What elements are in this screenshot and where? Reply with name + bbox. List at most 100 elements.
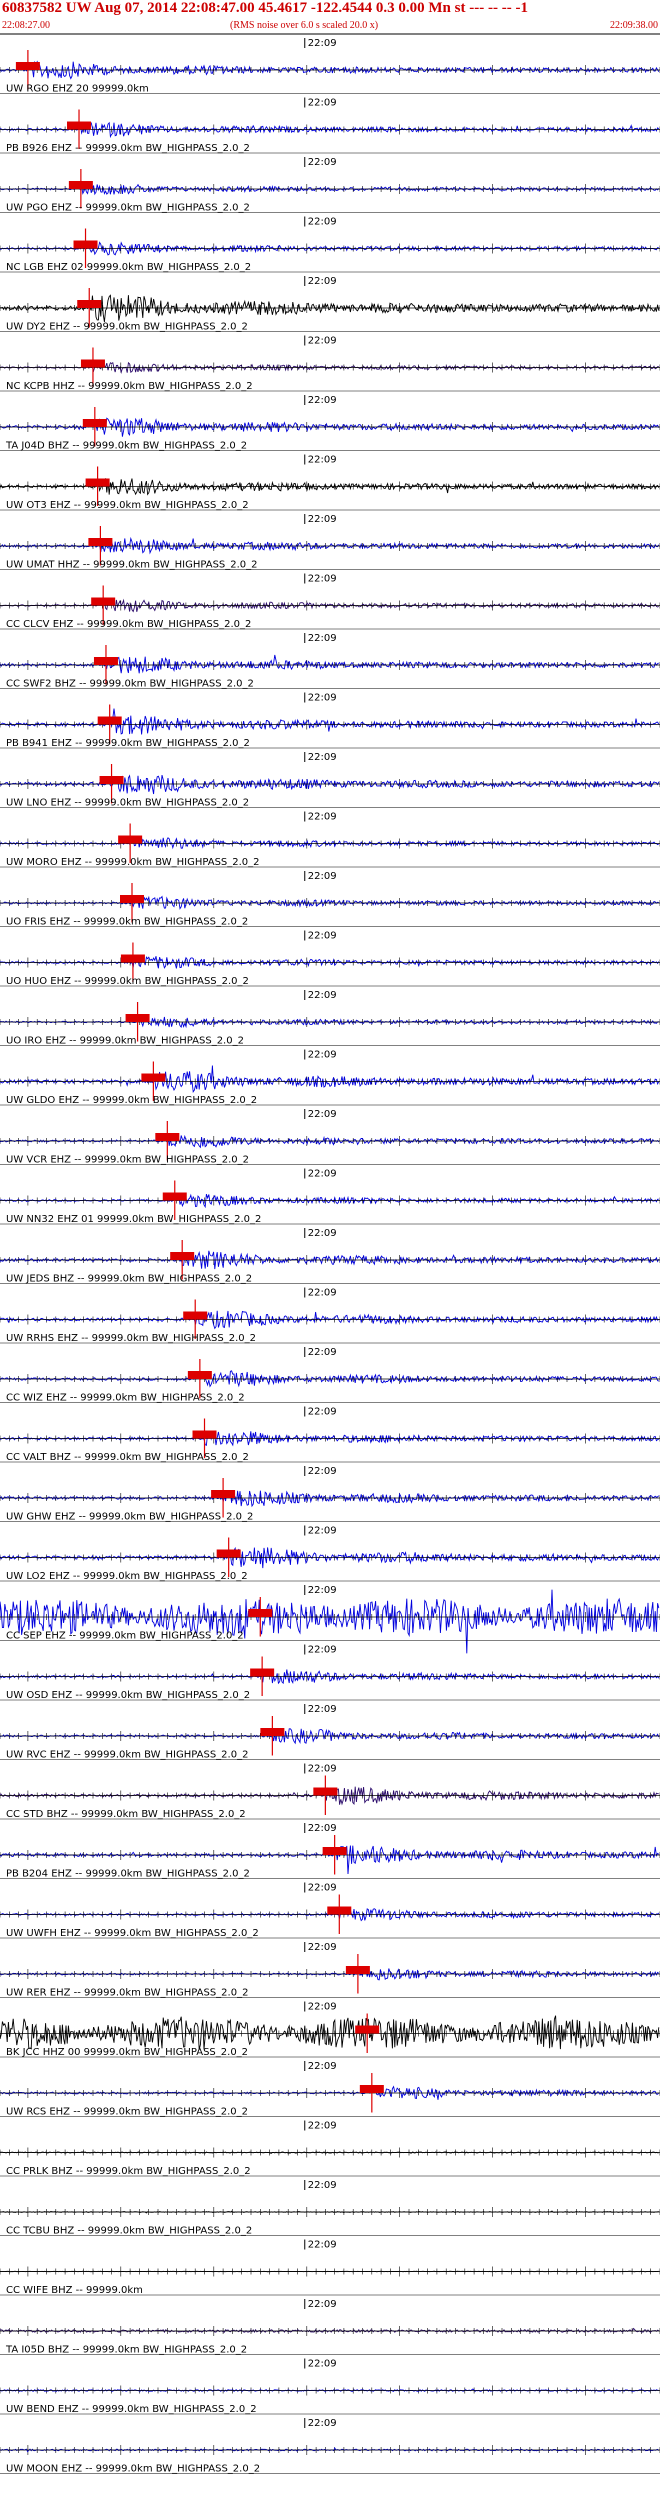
trace-row: 22:09 UW LNO EHZ -- 99999.0km BW_HIGHPASS…: [0, 752, 660, 809]
station-label: UW RRHS EHZ -- 99999.0km BW_HIGHPASS_2.0…: [6, 1333, 256, 1344]
trace-row: 22:09 UW PGO EHZ -- 99999.0km BW_HIGHPASS…: [0, 157, 660, 214]
pick-flag: [170, 1252, 195, 1260]
minute-tick-label: 22:09: [308, 1169, 337, 1180]
minute-tick-label: 22:09: [308, 633, 337, 644]
station-label: UO HUO EHZ -- 99999.0km BW_HIGHPASS_2.0_…: [6, 976, 249, 987]
pick-flag: [162, 1192, 187, 1201]
station-label: UW MOON EHZ -- 99999.0km BW_HIGHPASS_2.0…: [6, 2464, 260, 2475]
station-label: UW RCS EHZ -- 99999.0km BW_HIGHPASS_2.0_…: [6, 2107, 248, 2118]
minute-tick-label: 22:09: [308, 2061, 337, 2072]
minute-tick-label: 22:09: [308, 1645, 337, 1656]
station-label: UW BEND EHZ -- 99999.0km BW_HIGHPASS_2.0…: [6, 2404, 257, 2415]
seismogram-plot: 22:09 UW RGO EHZ 20 99999.0km 22:09 PB B926…: [0, 33, 660, 2475]
station-label: UW UWFH EHZ -- 99999.0km BW_HIGHPASS_2.0…: [6, 1928, 259, 1939]
minute-tick-label: 22:09: [308, 752, 337, 763]
trace-row: 22:09 UW OT3 EHZ -- 99999.0km BW_HIGHPASS…: [0, 454, 660, 511]
trace-row: 22:09 NC KCPB HHZ -- 99999.0km BW_HIGHPAS…: [0, 335, 660, 392]
station-label: UW GHW EHZ -- 99999.0km BW_HIGHPASS_2.0_…: [6, 1512, 253, 1523]
minute-tick-label: 22:09: [308, 871, 337, 882]
pick-flag: [250, 1668, 275, 1677]
station-label: UO IRO EHZ -- 99999.0km BW_HIGHPASS_2.0_…: [6, 1036, 244, 1047]
pick-flag: [99, 776, 124, 784]
minute-tick-label: 22:09: [308, 455, 337, 466]
minute-tick-label: 22:09: [308, 1347, 337, 1358]
pick-flag: [345, 1966, 370, 1974]
minute-tick-label: 22:09: [308, 1823, 337, 1834]
minute-tick-label: 22:09: [308, 693, 337, 704]
minute-tick-label: 22:09: [308, 217, 337, 228]
trace-row: 22:09 TA J04D BHZ -- 99999.0km BW_HIGHPAS…: [0, 395, 660, 452]
trace-row: 22:09 UO FRIS EHZ -- 99999.0km BW_HIGHPAS…: [0, 871, 660, 928]
station-label: UW OT3 EHZ -- 99999.0km BW_HIGHPASS_2.0_…: [6, 500, 249, 511]
trace-row: 22:09 UW LO2 EHZ -- 99999.0km BW_HIGHPASS…: [0, 1525, 660, 1582]
minute-tick-label: 22:09: [308, 812, 337, 823]
waveform-line: [0, 2327, 659, 2334]
trace-row: 22:09 CC CLCV EHZ -- 99999.0km BW_HIGHPAS…: [0, 573, 660, 630]
minute-tick-label: 22:09: [308, 2121, 337, 2132]
station-label: UW RGO EHZ 20 99999.0km: [6, 84, 149, 95]
minute-tick-label: 22:09: [308, 38, 337, 49]
trace-row: 22:09 CC SWF2 BHZ -- 99999.0km BW_HIGHPAS…: [0, 633, 660, 690]
station-label: UW UMAT HHZ -- 99999.0km BW_HIGHPASS_2.0…: [6, 560, 258, 571]
minute-tick-label: 22:09: [308, 990, 337, 1001]
trace-row: 22:09 CC TCBU BHZ -- 99999.0km BW_HIGHPAS…: [0, 2180, 660, 2237]
minute-tick-label: 22:09: [308, 2240, 337, 2251]
station-label: NC LGB EHZ 02 99999.0km BW_HIGHPASS_2.0_…: [6, 262, 251, 273]
minute-tick-label: 22:09: [308, 574, 337, 585]
trace-row: 22:09 CC SEP EHZ -- 99999.0km BW_HIGHPASS…: [0, 1585, 660, 1654]
trace-row: 22:09 UW VCR EHZ -- 99999.0km BW_HIGHPASS…: [0, 1109, 660, 1166]
pick-flag: [187, 1371, 212, 1379]
trace-row: 22:09 PB B926 EHZ -- 99999.0km BW_HIGHPAS…: [0, 97, 660, 154]
minute-tick-label: 22:09: [308, 157, 337, 168]
station-label: CC SWF2 BHZ -- 99999.0km BW_HIGHPASS_2.0…: [6, 679, 254, 690]
trace-row: 22:09 UW OSD EHZ -- 99999.0km BW_HIGHPASS…: [0, 1644, 660, 1701]
station-label: CC CLCV EHZ -- 99999.0km BW_HIGHPASS_2.0…: [6, 619, 251, 630]
station-label: BK JCC HHZ 00 99999.0km BW_HIGHPASS_2.0_…: [6, 2047, 248, 2058]
pick-flag: [68, 181, 93, 189]
station-label: PB B204 EHZ -- 99999.0km BW_HIGHPASS_2.0…: [6, 1869, 250, 1880]
trace-row: 22:09 UW UMAT HHZ -- 99999.0km BW_HIGHPAS…: [0, 514, 660, 571]
minute-tick-label: 22:09: [308, 1407, 337, 1418]
station-label: UW RVC EHZ -- 99999.0km BW_HIGHPASS_2.0_…: [6, 1750, 248, 1761]
station-label: CC SEP EHZ -- 99999.0km BW_HIGHPASS_2.0_…: [6, 1631, 244, 1642]
trace-row: 22:09 PB B204 EHZ -- 99999.0km BW_HIGHPAS…: [0, 1823, 660, 1880]
pick-flag: [192, 1430, 217, 1439]
pick-flag: [211, 1490, 236, 1498]
trace-row: 22:09 UO HUO EHZ -- 99999.0km BW_HIGHPASS…: [0, 930, 660, 987]
trace-row: 22:09 UW RVC EHZ -- 99999.0km BW_HIGHPASS…: [0, 1704, 660, 1761]
minute-tick-label: 22:09: [308, 1109, 337, 1120]
station-label: TA J04D BHZ -- 99999.0km BW_HIGHPASS_2.0…: [5, 441, 247, 452]
pick-flag: [155, 1133, 180, 1141]
waveform-line: [0, 1065, 660, 1094]
trace-row: 22:09 UW RGO EHZ 20 99999.0km: [0, 38, 660, 95]
station-label: UW LO2 EHZ -- 99999.0km BW_HIGHPASS_2.0_…: [6, 1571, 248, 1582]
station-label: CC WIFE BHZ -- 99999.0km: [6, 2285, 143, 2296]
minute-tick-label: 22:09: [308, 2299, 337, 2310]
minute-tick-label: 22:09: [308, 1764, 337, 1775]
pick-flag: [82, 419, 107, 427]
pick-flag: [88, 538, 113, 546]
pick-flag: [85, 478, 110, 487]
trace-row: 22:09 TA I05D BHZ -- 99999.0km BW_HIGHPAS…: [0, 2299, 660, 2356]
trace-row: 22:09 UW DY2 EHZ -- 99999.0km BW_HIGHPASS…: [0, 276, 660, 333]
minute-tick-label: 22:09: [308, 1050, 337, 1061]
minute-tick-label: 22:09: [308, 931, 337, 942]
waveform-line: [0, 837, 660, 850]
waveform-line: [0, 294, 660, 322]
trace-row: 22:09 UW GLDO EHZ -- 99999.0km BW_HIGHPAS…: [0, 1049, 660, 1106]
trace-row: 22:09 UW RER EHZ -- 99999.0km BW_HIGHPASS…: [0, 1942, 660, 1999]
station-label: TA I05D BHZ -- 99999.0km BW_HIGHPASS_2.0…: [5, 2345, 247, 2356]
trace-row: 22:09 UW MORO EHZ -- 99999.0km BW_HIGHPAS…: [0, 811, 660, 868]
pick-flag: [93, 657, 118, 665]
minute-tick-label: 22:09: [308, 1466, 337, 1477]
station-label: PB B926 EHZ -- 99999.0km BW_HIGHPASS_2.0…: [6, 143, 250, 154]
minute-tick-label: 22:09: [308, 395, 337, 406]
pick-flag: [97, 716, 122, 725]
station-label: UW OSD EHZ -- 99999.0km BW_HIGHPASS_2.0_…: [6, 1690, 250, 1701]
minute-tick-label: 22:09: [308, 2180, 337, 2191]
pick-flag: [359, 2085, 384, 2093]
pick-flag: [80, 359, 105, 368]
minute-tick-label: 22:09: [308, 1228, 337, 1239]
pick-flag: [118, 835, 143, 844]
trace-row: 22:09 UW MOON EHZ -- 99999.0km BW_HIGHPAS…: [0, 2418, 660, 2475]
